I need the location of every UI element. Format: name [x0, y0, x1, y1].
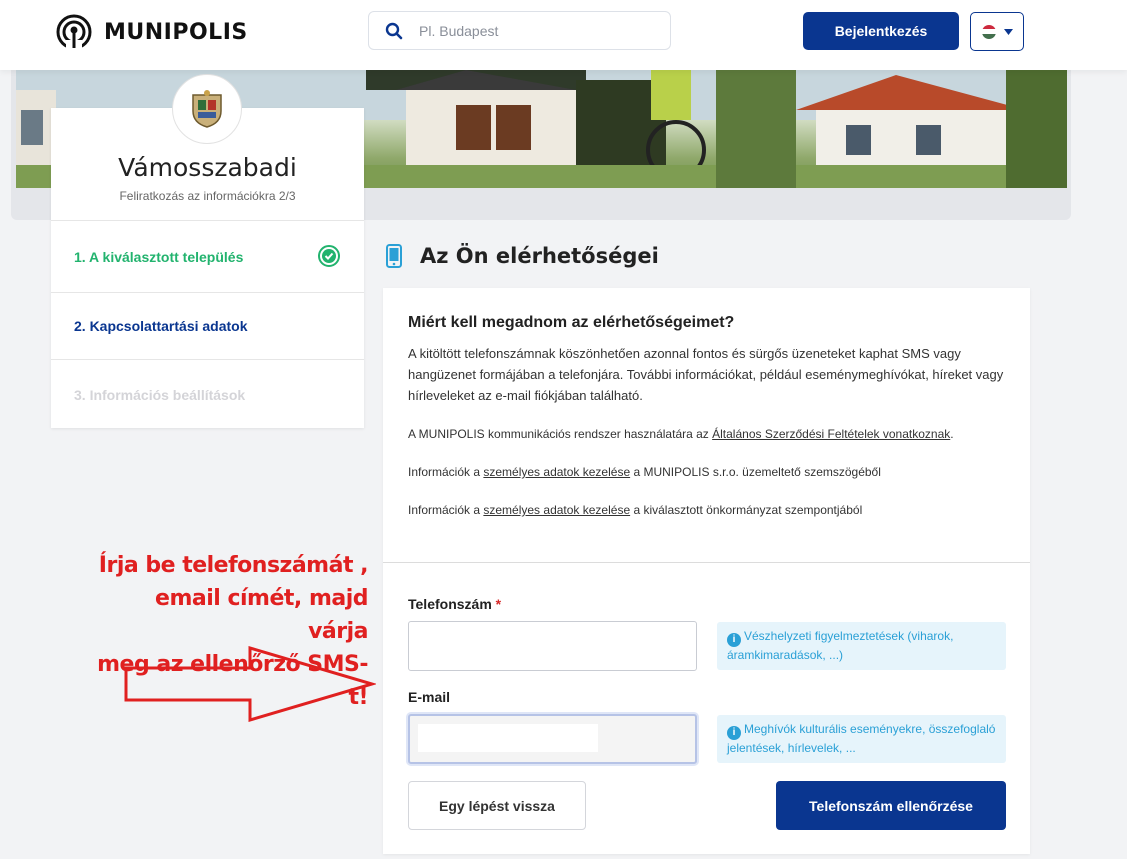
annotation-line: email címét, majd várja: [155, 586, 368, 644]
right-arrow-annotation: [124, 646, 376, 722]
privacy-link-operator[interactable]: személyes adatok kezelése: [483, 465, 630, 479]
step-label: 2. Kapcsolattartási adatok: [74, 318, 248, 334]
top-header: MUNIPOLIS Bejelentkezés: [0, 0, 1127, 70]
login-button[interactable]: Bejelentkezés: [803, 12, 959, 50]
verify-phone-button[interactable]: Telefonszám ellenőrzése: [776, 781, 1006, 830]
contact-form-card: Miért kell megadnom az elérhetőségeimet?…: [383, 288, 1030, 854]
step-contact-details[interactable]: 2. Kapcsolattartási adatok: [51, 292, 364, 359]
chevron-down-icon: [1003, 28, 1013, 35]
step-label: 1. A kiválasztott település: [74, 248, 244, 265]
email-field[interactable]: [408, 714, 697, 764]
sidebar-card: Vámosszabadi Feliratkozás az információk…: [51, 108, 364, 428]
step-label: 3. Információs beállítások: [74, 386, 246, 403]
terms-line: A MUNIPOLIS kommunikációs rendszer haszn…: [408, 427, 954, 441]
info-icon: i: [727, 633, 741, 647]
email-hint: i Meghívók kulturális eseményekre, összef…: [717, 715, 1006, 763]
search-icon: [385, 22, 403, 39]
search-input[interactable]: [419, 22, 649, 39]
hu-flag-icon: [981, 24, 996, 39]
privacy-municipality-line: Információk a személyes adatok kezelése …: [408, 503, 862, 517]
privacy-prefix: Információk a: [408, 465, 484, 479]
privacy-suffix: a MUNIPOLIS s.r.o. üzemeltető szemszögéb…: [630, 465, 881, 479]
phone-label: Telefonszám *: [408, 596, 501, 612]
mobile-phone-icon: [386, 244, 402, 268]
coat-of-arms-emblem: [192, 90, 222, 128]
info-heading: Miért kell megadnom az elérhetőségeimet?: [408, 314, 735, 331]
phone-hint: i Vészhelyzeti figyelmeztetések (viharok,…: [717, 622, 1006, 670]
terms-suffix: .: [950, 427, 954, 441]
privacy-suffix: a kiválasztott önkormányzat szempontjábó…: [630, 503, 863, 517]
required-marker: *: [495, 596, 502, 612]
email-hint-text: Meghívók kulturális eseményekre, összefo…: [727, 722, 996, 755]
annotation-line: Írja be telefonszámát ,: [98, 553, 369, 578]
subscription-progress: Feliratkozás az információkra 2/3: [119, 189, 296, 203]
privacy-operator-line: Információk a személyes adatok kezelése …: [408, 465, 881, 479]
language-selector[interactable]: [970, 12, 1024, 51]
step-selected-settlement[interactable]: 1. A kiválasztott település: [51, 220, 364, 292]
info-paragraph: A kitöltött telefonszámnak köszönhetően …: [408, 346, 1004, 403]
broadcast-icon: [56, 14, 92, 50]
step-info-settings: 3. Információs beállítások: [51, 359, 364, 429]
search-box[interactable]: [368, 11, 671, 50]
steps-list: 1. A kiválasztott település 2. Kapcsolat…: [51, 220, 364, 429]
city-name: Vámosszabadi: [118, 153, 297, 182]
phone-hint-text: Vészhelyzeti figyelmeztetések (viharok, …: [727, 629, 954, 662]
terms-prefix: A MUNIPOLIS kommunikációs rendszer haszn…: [408, 427, 713, 441]
check-circle-icon: [318, 245, 340, 267]
privacy-link-municipality[interactable]: személyes adatok kezelése: [483, 503, 630, 517]
divider: [383, 562, 1030, 563]
phone-label-text: Telefonszám: [408, 596, 492, 612]
brand-name: MUNIPOLIS: [104, 19, 248, 45]
page-title: Az Ön elérhetőségei: [420, 244, 659, 268]
phone-field[interactable]: [408, 621, 697, 671]
email-label: E-mail: [408, 689, 451, 705]
munipolis-logo[interactable]: MUNIPOLIS: [56, 14, 248, 50]
privacy-prefix: Információk a: [408, 503, 484, 517]
redacted-value: [418, 724, 598, 752]
section-heading: Az Ön elérhetőségei: [386, 244, 659, 268]
info-icon: i: [727, 726, 741, 740]
coat-of-arms: [172, 74, 242, 144]
back-button[interactable]: Egy lépést vissza: [408, 781, 586, 830]
terms-link[interactable]: Általános Szerződési Feltételek vonatkoz…: [712, 427, 950, 441]
